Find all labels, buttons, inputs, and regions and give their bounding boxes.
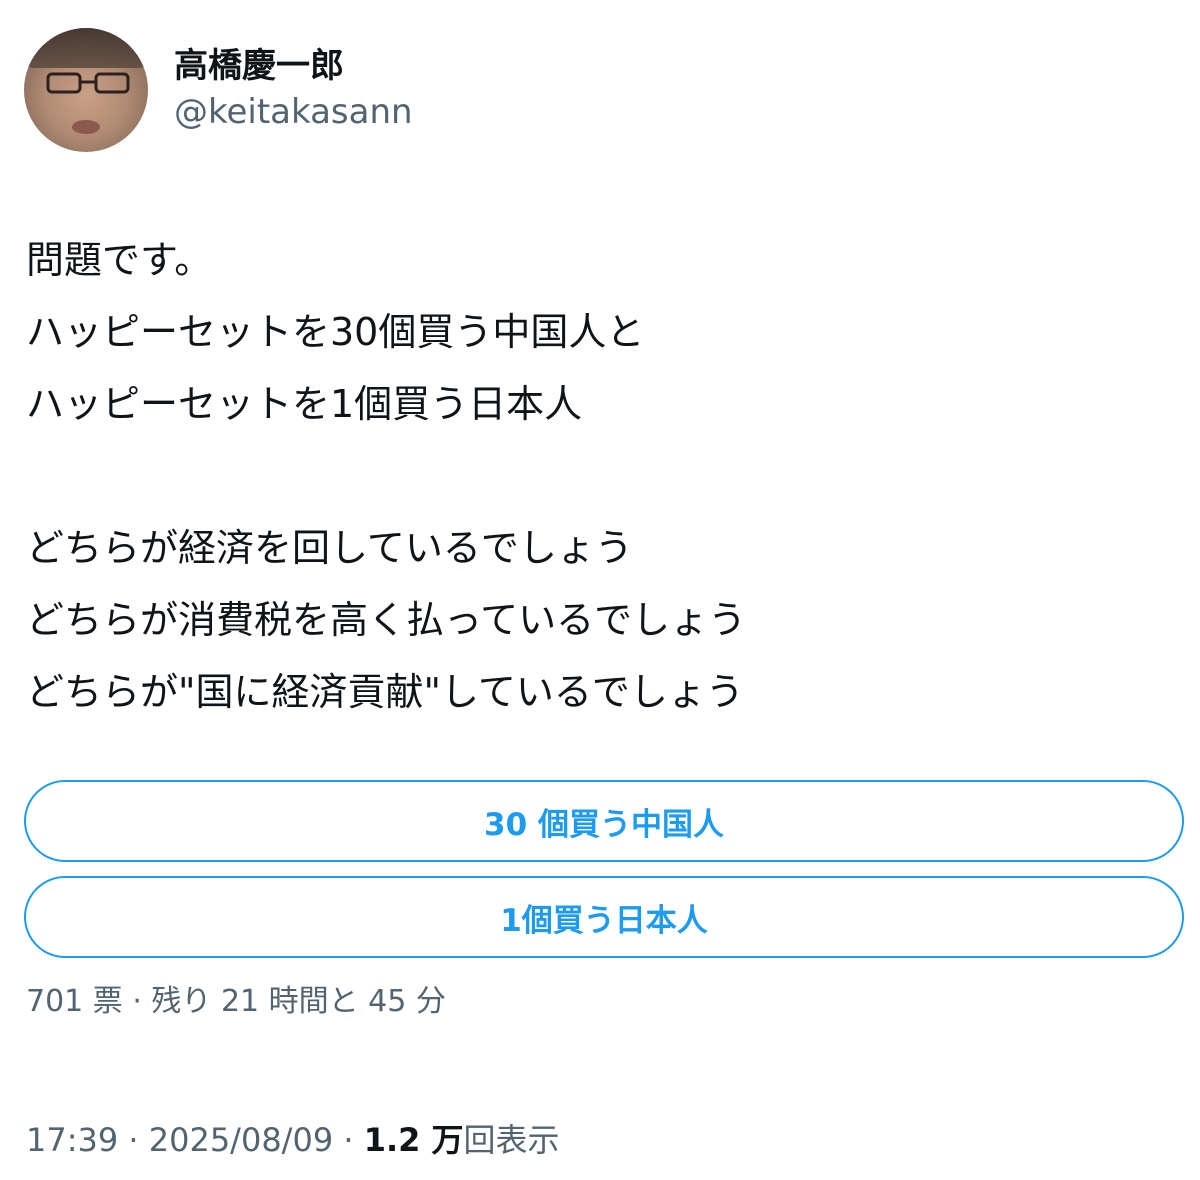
poll-option-chinese[interactable]: 30 個買う中国人: [24, 780, 1184, 862]
tweet-time[interactable]: 17:39: [26, 1121, 118, 1159]
tweet-footer: 17:39 · 2025/08/09 · 1.2 万回表示: [26, 1114, 560, 1166]
tweet-text-line: 問題です。: [26, 238, 213, 282]
avatar-mouth: [72, 120, 100, 134]
views-label: 回表示: [463, 1121, 560, 1159]
poll-meta: 701 票 · 残り 21 時間と 45 分: [26, 984, 446, 1019]
author-display-name[interactable]: 高橋慶一郎: [174, 44, 413, 88]
tweet: 高橋慶一郎 @keitakasann 問題です。 ハッピーセットを30個買う中国…: [0, 0, 1200, 1180]
avatar-hair: [24, 28, 148, 68]
tweet-date[interactable]: 2025/08/09: [149, 1121, 333, 1159]
tweet-text-line: ハッピーセットを30個買う中国人と: [26, 310, 645, 354]
tweet-text: 問題です。 ハッピーセットを30個買う中国人と ハッピーセットを1個買う日本人 …: [26, 224, 1176, 728]
tweet-text-line: どちらが消費税を高く払っているでしょう: [26, 598, 747, 642]
tweet-text-line: どちらが経済を回しているでしょう: [26, 526, 633, 570]
tweet-text-line: どちらが"国に経済貢献"しているでしょう: [26, 670, 744, 714]
tweet-text-line: ハッピーセットを1個買う日本人: [26, 382, 583, 426]
author-names: 高橋慶一郎 @keitakasann: [174, 44, 413, 136]
separator: ·: [118, 1121, 149, 1159]
views-count: 1.2 万: [363, 1121, 464, 1159]
avatar[interactable]: [24, 28, 148, 152]
poll-option-japanese[interactable]: 1個買う日本人: [24, 876, 1184, 958]
author-handle[interactable]: @keitakasann: [174, 88, 413, 136]
avatar-glasses: [46, 72, 130, 94]
tweet-header: 高橋慶一郎 @keitakasann: [24, 28, 413, 152]
separator: ·: [333, 1121, 364, 1159]
poll: 30 個買う中国人 1個買う日本人: [24, 780, 1184, 972]
